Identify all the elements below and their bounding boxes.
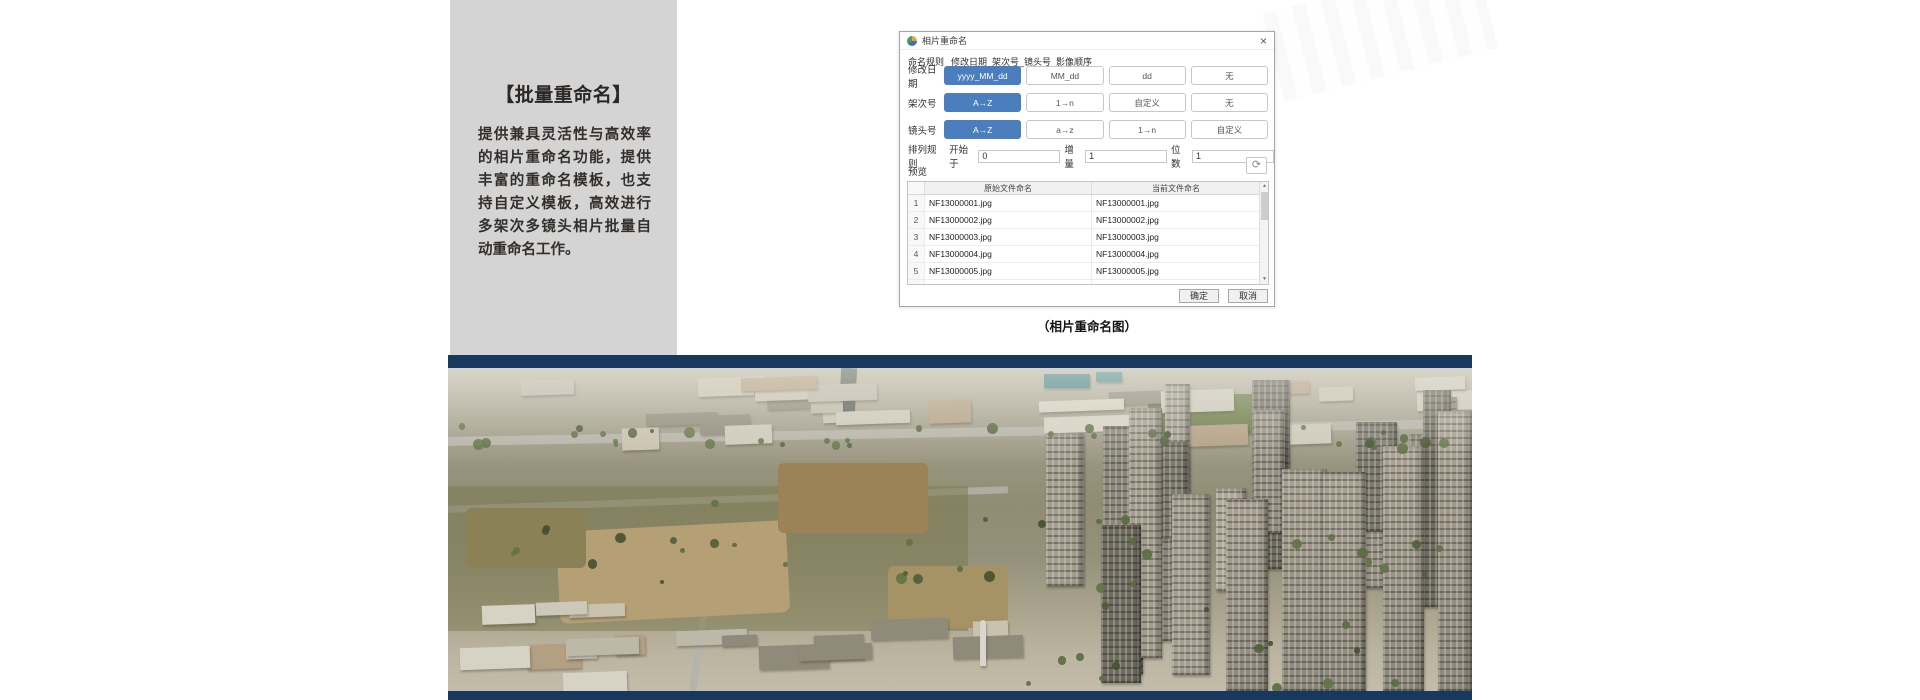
table-cell: NF13000006.jpg [1092,280,1261,285]
option-button[interactable]: 自定义 [1191,120,1268,139]
refresh-button[interactable]: ⟳ [1246,157,1267,174]
feature-description: 提供兼具灵活性与高效率的相片重命名功能，提供丰富的重命名模板，也支持自定义模板，… [478,124,651,262]
feature-title: 【批量重命名】 [450,80,677,107]
table-cell: NF13000005.jpg [1092,263,1261,279]
table-cell: 3 [908,229,925,245]
app-logo-icon [907,36,917,46]
option-button[interactable]: dd [1109,66,1186,85]
photo-rename-dialog: 相片重命名 × 命名规则 修改日期_架次号_镜头号_影像顺序 修改日期yyyy_… [899,31,1275,307]
ok-button[interactable]: 确定 [1179,289,1219,303]
table-header-cell: 当前文件命名 [1092,182,1261,194]
option-button[interactable]: yyyy_MM_dd [944,66,1021,85]
table-header-cell [908,182,925,194]
photo-top-border [448,355,1472,368]
table-cell: NF13000002.jpg [925,212,1092,228]
option-row-label: 修改日期 [908,62,939,90]
dialog-titlebar: 相片重命名 × [900,32,1274,50]
table-cell: NF13000001.jpg [925,195,1092,211]
option-button[interactable]: 1→n [1026,93,1103,112]
option-button[interactable]: A→Z [944,93,1021,112]
table-body: 1NF13000001.jpgNF13000001.jpg2NF13000002… [908,195,1268,285]
preview-table: 原始文件命名当前文件命名 1NF13000001.jpgNF13000001.j… [907,181,1269,285]
cancel-button[interactable]: 取消 [1228,289,1268,303]
table-cell: 2 [908,212,925,228]
scroll-up-icon[interactable]: ▲ [1260,182,1269,191]
option-row: 架次号 A→Z 1→n 自定义无 [908,93,1268,112]
table-row[interactable]: 6NF13000006.jpgNF13000006.jpg [908,280,1268,285]
table-cell: NF13000001.jpg [1092,195,1261,211]
table-cell: 6 [908,280,925,285]
decorative-watermark [1262,0,1497,101]
table-header: 原始文件命名当前文件命名 [908,182,1268,195]
option-row: 镜头号 A→Z a→z 1→n 自定义 [908,120,1268,139]
option-button[interactable]: 无 [1191,66,1268,85]
close-icon[interactable]: × [1260,35,1267,47]
photo-detail [448,368,1472,691]
scroll-down-icon[interactable]: ▼ [1260,275,1269,284]
table-cell: NF13000004.jpg [1092,246,1261,262]
option-button[interactable]: 自定义 [1109,93,1186,112]
arrange-field-label: 开始于 [949,142,974,170]
table-cell: 5 [908,263,925,279]
option-button[interactable]: 1→n [1109,120,1186,139]
table-cell: NF13000003.jpg [1092,229,1261,245]
aerial-city-photo [448,368,1472,691]
table-cell: NF13000005.jpg [925,263,1092,279]
table-cell: NF13000002.jpg [1092,212,1261,228]
arrange-field-label: 位数 [1171,142,1188,170]
photo-bottom-border [448,691,1472,700]
table-row[interactable]: 2NF13000002.jpgNF13000002.jpg [908,212,1268,229]
table-row[interactable]: 1NF13000001.jpgNF13000001.jpg [908,195,1268,212]
option-row: 修改日期yyyy_MM_ddMM_dddd无 [908,66,1268,85]
option-row-label: 架次号 [908,96,939,110]
table-row[interactable]: 5NF13000005.jpgNF13000005.jpg [908,263,1268,280]
option-row-label: 镜头号 [908,123,939,137]
option-button[interactable]: MM_dd [1026,66,1103,85]
arrange-field-label: 增量 [1064,142,1081,170]
dialog-caption: （相片重命名图） [899,316,1275,335]
table-cell: 4 [908,246,925,262]
table-row[interactable]: 4NF13000004.jpgNF13000004.jpg [908,246,1268,263]
table-cell: NF13000004.jpg [925,246,1092,262]
table-cell: NF13000006.jpg [925,280,1092,285]
option-button[interactable]: 无 [1191,93,1268,112]
option-button[interactable]: A→Z [944,120,1021,139]
option-button[interactable]: a→z [1026,120,1103,139]
arrange-fields: 开始于 增量 位数 [949,142,1274,170]
arrange-rule-row: 排列规则 开始于增量位数 [908,142,1274,170]
table-row[interactable]: 3NF13000003.jpgNF13000003.jpg [908,229,1268,246]
preview-label: 预览 [908,164,927,178]
arrange-field-input[interactable] [1085,150,1167,163]
table-scrollbar[interactable]: ▲ ▼ [1259,182,1268,284]
table-cell: NF13000003.jpg [925,229,1092,245]
table-header-cell: 原始文件命名 [925,182,1092,194]
scrollbar-thumb[interactable] [1261,192,1268,220]
option-rows: 修改日期yyyy_MM_ddMM_dddd无架次号A→Z1→n自定义无镜头号A→… [908,66,1268,147]
arrange-field-input[interactable] [978,150,1060,163]
page: 【批量重命名】 提供兼具灵活性与高效率的相片重命名功能，提供丰富的重命名模板，也… [0,0,1920,700]
feature-panel: 【批量重命名】 提供兼具灵活性与高效率的相片重命名功能，提供丰富的重命名模板，也… [450,0,677,355]
table-cell: 1 [908,195,925,211]
dialog-title: 相片重命名 [922,34,967,47]
